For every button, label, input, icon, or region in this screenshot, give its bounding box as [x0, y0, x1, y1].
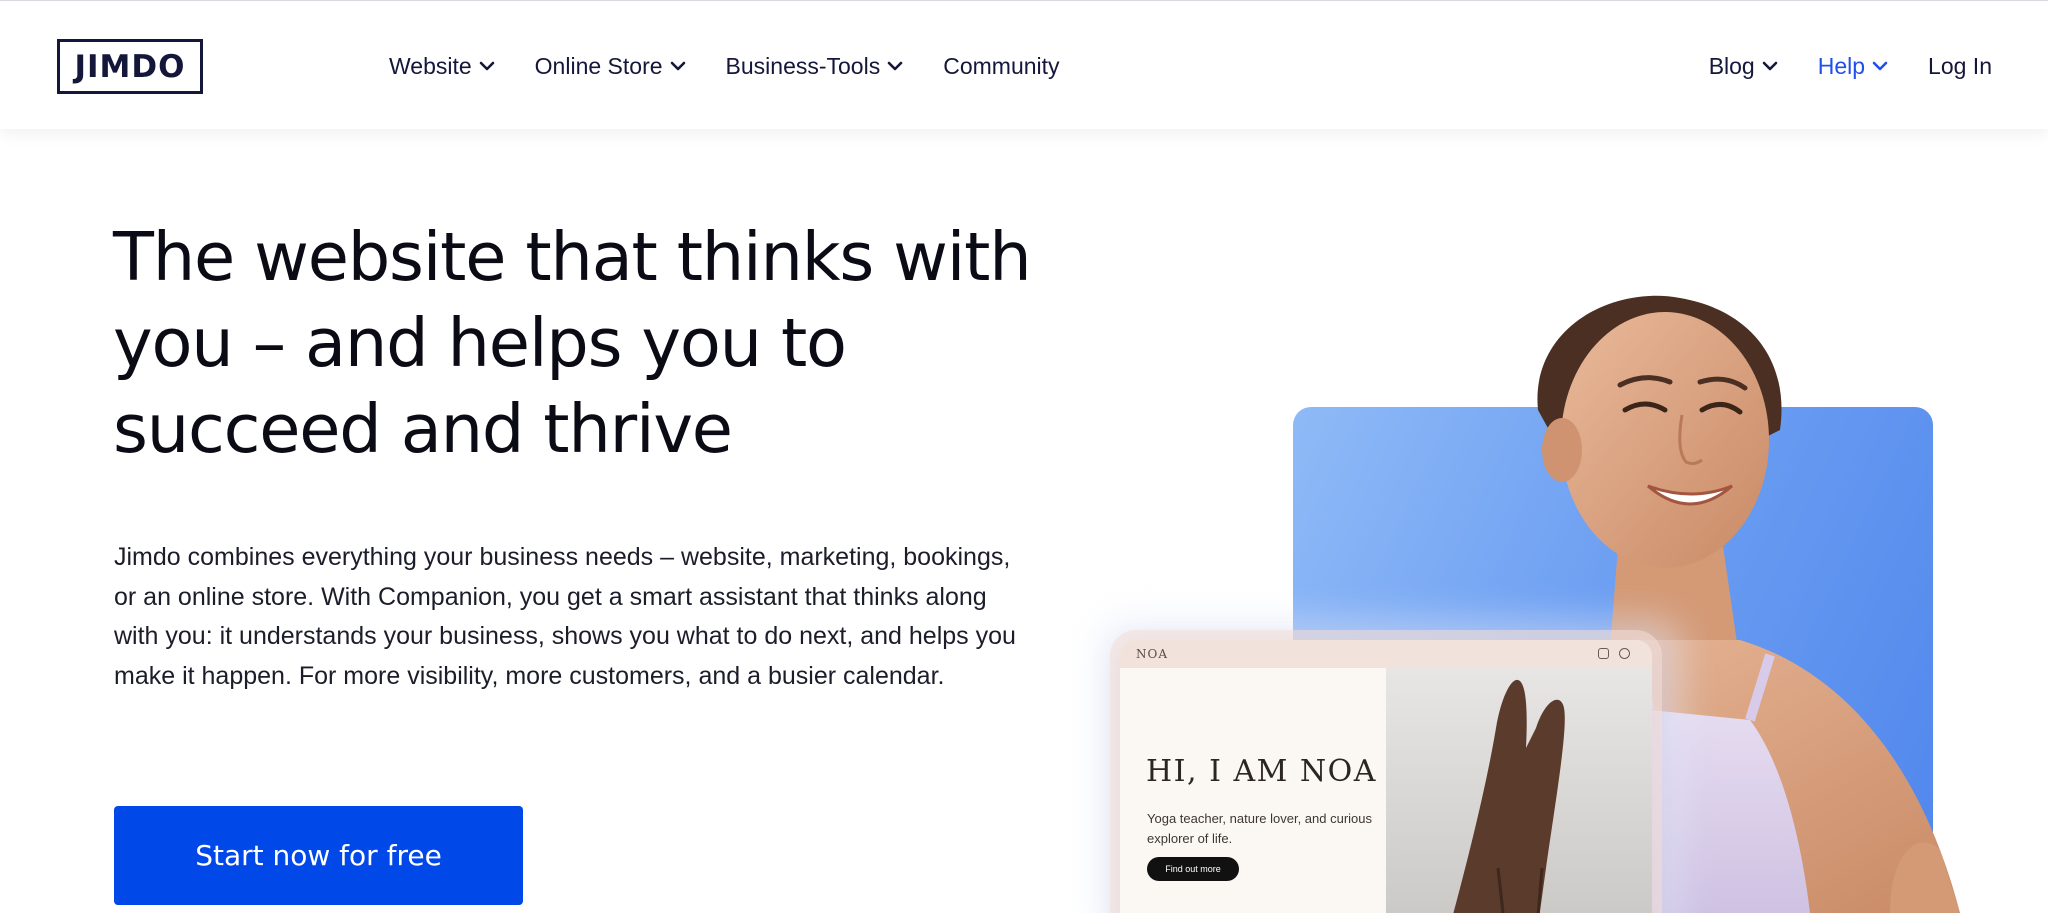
- mockup-brand: NOA: [1136, 647, 1169, 661]
- jimdo-logo[interactable]: JIMDO: [57, 39, 203, 94]
- secondary-nav: Blog Help Log In: [1669, 49, 1992, 83]
- chevron-down-icon: [479, 60, 495, 72]
- chevron-down-icon: [1762, 60, 1778, 72]
- nav-item-online-store[interactable]: Online Store: [535, 49, 686, 83]
- nav-item-blog[interactable]: Blog: [1709, 49, 1778, 83]
- hero-lead-text: Jimdo combines everything your business …: [114, 543, 1016, 691]
- mockup-hands-image: [1386, 668, 1652, 913]
- start-now-button[interactable]: Start now for free: [114, 806, 523, 905]
- nav-item-business-tools[interactable]: Business-Tools: [726, 49, 904, 83]
- chevron-down-icon: [887, 60, 903, 72]
- mockup-title: HI, I AM NOA: [1146, 754, 1377, 789]
- site-header: JIMDO Website Online Store Business-Tool…: [0, 0, 2048, 129]
- mockup-find-out-more-button: Find out more: [1147, 857, 1239, 881]
- chevron-down-icon: [1872, 60, 1888, 72]
- primary-nav: Website Online Store Business-Tools Comm…: [389, 49, 1100, 83]
- mockup-top-bar: NOA: [1120, 640, 1652, 668]
- hero-headline: The website that thinks with you – and h…: [113, 218, 1032, 468]
- nav-label: Log In: [1928, 52, 1992, 79]
- nav-label: Help: [1817, 52, 1866, 79]
- nav-label: Online Store: [534, 52, 663, 79]
- nav-item-help[interactable]: Help: [1818, 49, 1888, 83]
- mockup-social-icons: [1598, 648, 1630, 659]
- whatsapp-icon: [1619, 648, 1630, 659]
- nav-item-community[interactable]: Community: [943, 49, 1059, 83]
- nav-label: Community: [943, 52, 1060, 79]
- nav-label: Blog: [1708, 52, 1755, 79]
- mockup-content-panel: HI, I AM NOA Yoga teacher, nature lover,…: [1120, 668, 1386, 913]
- instagram-icon: [1598, 648, 1609, 659]
- mockup-subtitle: Yoga teacher, nature lover, and curious …: [1147, 811, 1373, 846]
- chevron-down-icon: [670, 60, 686, 72]
- nav-item-log-in[interactable]: Log In: [1928, 49, 1992, 83]
- nav-label: Website: [389, 52, 472, 79]
- nav-label: Business-Tools: [725, 52, 881, 79]
- nav-item-website[interactable]: Website: [389, 49, 495, 83]
- website-preview-mockup: NOA HI, I AM NOA Yoga teacher, nature lo…: [1120, 640, 1652, 913]
